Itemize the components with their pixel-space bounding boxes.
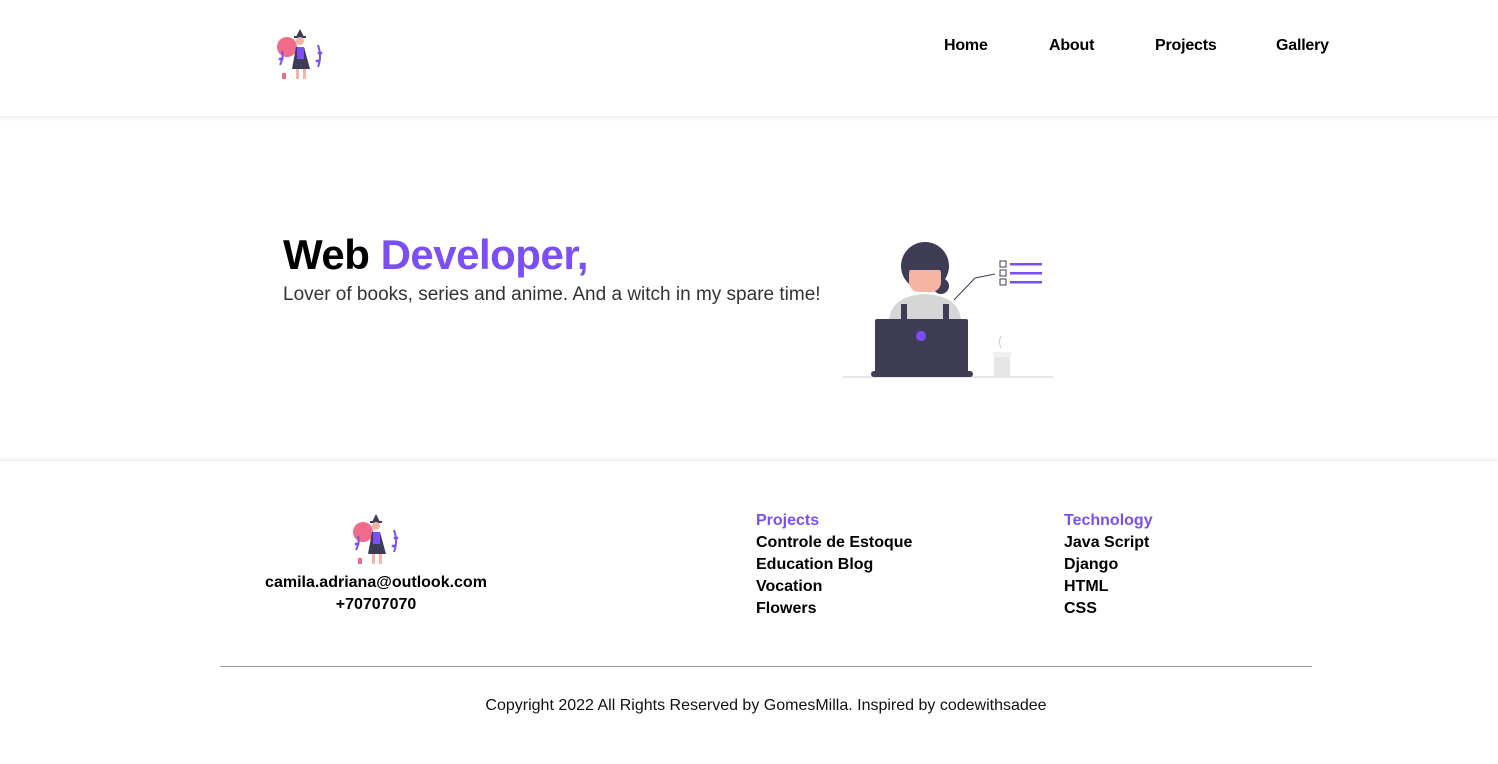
woman-at-laptop-illustration-icon xyxy=(843,242,1053,378)
footer-technology-item: Java Script xyxy=(1064,534,1150,551)
footer-technology-item: Django xyxy=(1064,556,1119,573)
nav-projects[interactable]: Projects xyxy=(1155,37,1217,55)
nav-about[interactable]: About xyxy=(1049,37,1094,55)
hero-subtitle: Lover of books, series and anime. And a … xyxy=(283,284,821,305)
footer-contact: camila.adriana@outlook.com +70707070 xyxy=(216,572,536,616)
footer-project-link[interactable]: Vocation xyxy=(756,576,912,598)
footer-projects-heading: Projects xyxy=(756,512,820,529)
site-footer: camila.adriana@outlook.com +70707070 Pro… xyxy=(0,460,1498,764)
main-nav: Home About Projects Gallery xyxy=(0,37,1498,59)
site-header: Home About Projects Gallery xyxy=(0,0,1498,117)
footer-phone[interactable]: +70707070 xyxy=(216,594,536,616)
hero-title: Web Developer, xyxy=(283,230,589,280)
footer-email[interactable]: camila.adriana@outlook.com xyxy=(216,572,536,594)
footer-technology-item: CSS xyxy=(1064,600,1097,617)
footer-projects-column: Projects Controle de Estoque Education B… xyxy=(756,510,912,620)
footer-divider xyxy=(220,666,1312,667)
hero-title-plain: Web xyxy=(283,231,381,278)
footer-technology-item: HTML xyxy=(1064,578,1109,595)
footer-technology-heading: Technology xyxy=(1064,512,1153,529)
footer-copyright: Copyright 2022 All Rights Reserved by Go… xyxy=(485,697,1047,714)
hero-title-accent: Developer, xyxy=(380,231,589,278)
nav-home[interactable]: Home xyxy=(944,37,988,55)
footer-project-link[interactable]: Education Blog xyxy=(756,554,912,576)
nav-gallery[interactable]: Gallery xyxy=(1276,37,1329,55)
footer-project-link[interactable]: Flowers xyxy=(756,598,912,620)
footer-technology-column: Technology Java Script Django HTML CSS xyxy=(1064,510,1153,620)
witch-logo-icon xyxy=(353,514,399,564)
footer-project-link[interactable]: Controle de Estoque xyxy=(756,532,912,554)
